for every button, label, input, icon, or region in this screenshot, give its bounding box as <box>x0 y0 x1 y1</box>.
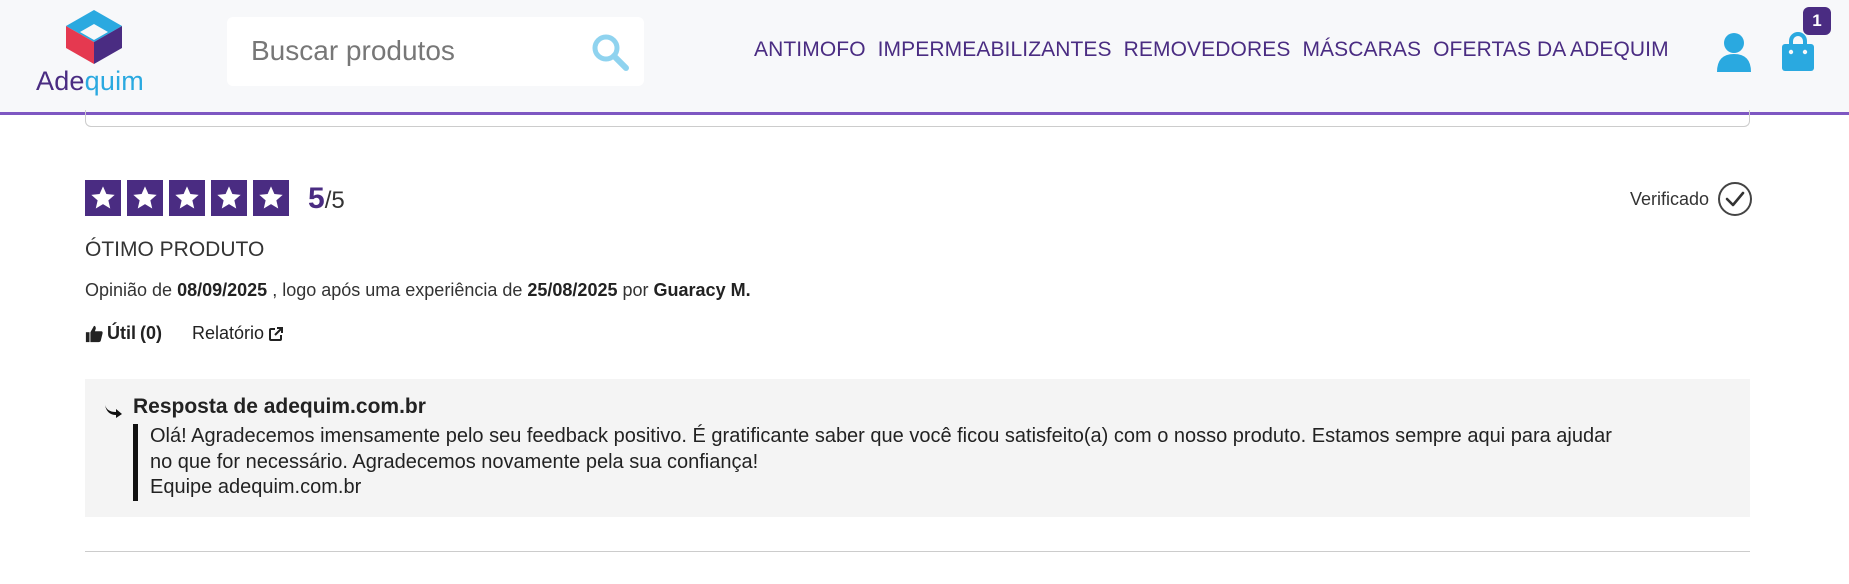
useful-button[interactable]: Útil (0) <box>85 323 162 344</box>
star-icon <box>253 180 289 216</box>
check-circle-icon <box>1718 182 1753 216</box>
search-icon[interactable] <box>590 32 630 72</box>
report-link[interactable]: Relatório <box>192 323 284 344</box>
seller-reply: Resposta de adequim.com.br Olá! Agradece… <box>85 379 1750 517</box>
cart-count-badge: 1 <box>1803 7 1831 35</box>
divider <box>85 551 1750 552</box>
report-label: Relatório <box>192 323 265 343</box>
nav-item-mascaras[interactable]: MÁSCARAS <box>1302 38 1421 62</box>
external-link-icon <box>269 326 284 341</box>
user-icon[interactable] <box>1716 32 1752 72</box>
star-icon <box>85 180 121 216</box>
nav-item-removedores[interactable]: REMOVEDORES <box>1124 38 1291 62</box>
review-author: Guaracy M. <box>653 280 751 300</box>
reply-arrow-icon <box>105 405 122 418</box>
logo-cube-icon <box>66 10 122 64</box>
useful-count: (0) <box>140 323 162 343</box>
site-header: Adequim ANTIMOFO IMPERMEABILIZANTES REMO… <box>0 0 1849 115</box>
star-icon <box>169 180 205 216</box>
search-input[interactable] <box>251 31 571 71</box>
star-icon <box>127 180 163 216</box>
reply-body: Olá! Agradecemos imensamente pelo seu fe… <box>133 424 1713 501</box>
star-icon <box>211 180 247 216</box>
verified-label: Verificado <box>1630 188 1710 209</box>
logo[interactable]: Adequim <box>36 8 152 96</box>
star-rating <box>85 180 289 216</box>
rating-value: 5/5 <box>308 182 345 215</box>
experience-date: 25/08/2025 <box>527 280 618 300</box>
search-box <box>227 17 644 86</box>
thumbs-up-icon <box>85 325 103 342</box>
logo-text: Adequim <box>36 66 144 96</box>
review-date: 08/09/2025 <box>177 280 268 300</box>
nav-item-antimofo[interactable]: ANTIMOFO <box>754 38 866 62</box>
main-nav: ANTIMOFO IMPERMEABILIZANTES REMOVEDORES … <box>754 38 1669 62</box>
review-title: ÓTIMO PRODUTO <box>85 238 265 261</box>
shopping-bag-icon[interactable] <box>1780 32 1816 72</box>
verified-badge: Verificado <box>1630 181 1753 217</box>
useful-label: Útil <box>107 323 136 343</box>
previous-section-box <box>85 110 1750 127</box>
nav-item-ofertas[interactable]: OFERTAS DA ADEQUIM <box>1433 38 1669 62</box>
review-meta: Opinião de 08/09/2025 , logo após uma ex… <box>85 280 751 300</box>
review-actions: Útil (0) Relatório <box>85 323 284 344</box>
reply-title: Resposta de adequim.com.br <box>133 395 426 418</box>
nav-item-impermeabilizantes[interactable]: IMPERMEABILIZANTES <box>878 38 1112 62</box>
